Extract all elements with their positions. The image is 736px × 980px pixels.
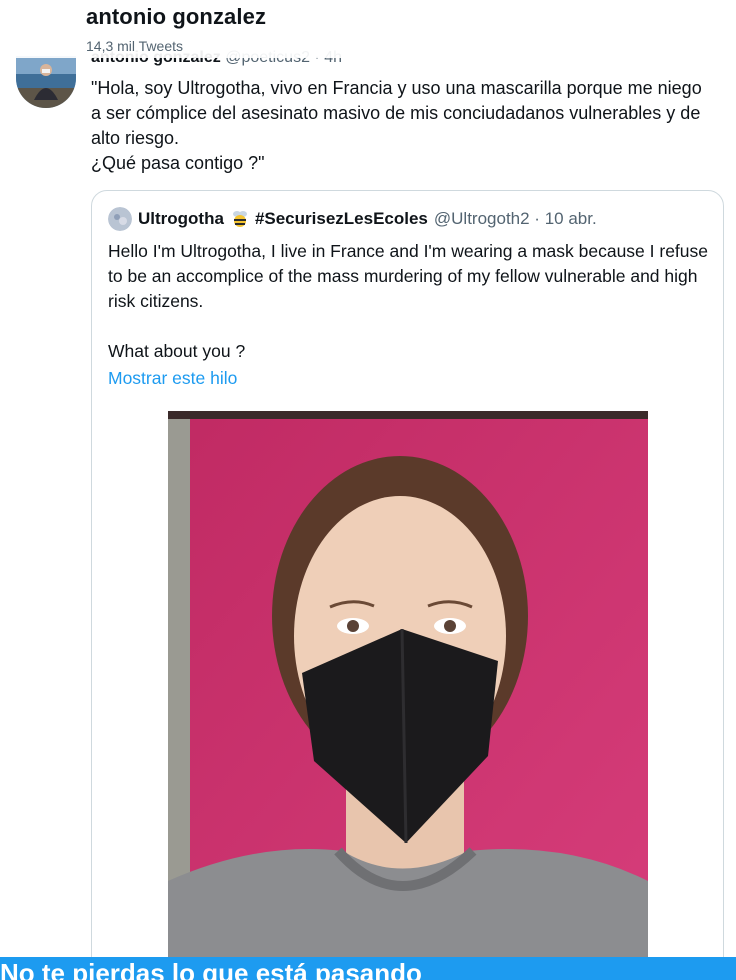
tweet-text: "Hola, soy Ultrogotha, vivo en Francia y… — [91, 78, 702, 173]
header-title: antonio gonzalez — [86, 4, 267, 29]
quote-author-line[interactable]: Ultrogotha #SecurisezLesEcoles @Ultrogot… — [108, 207, 597, 231]
avatar[interactable] — [16, 56, 76, 108]
bee-icon — [230, 209, 250, 229]
bottom-banner: No te pierdas lo que está pasando — [0, 957, 736, 980]
profile-photo-icon — [16, 56, 76, 108]
quote-text: Hello I'm Ultrogotha, I live in France a… — [108, 241, 709, 361]
bottom-banner-text: No te pierdas lo que está pasando — [0, 958, 422, 980]
quote-avatar-icon — [108, 207, 132, 231]
quote-hashtag[interactable]: #SecurisezLesEcoles — [255, 209, 428, 229]
quote-avatar[interactable] — [108, 207, 132, 231]
quoted-tweet[interactable]: Ultrogotha #SecurisezLesEcoles @Ultrogot… — [91, 190, 724, 980]
tweet-count: 14,3 mil Tweets — [86, 38, 184, 54]
show-thread-link[interactable]: Mostrar este hilo — [108, 368, 237, 389]
quote-handle-date[interactable]: @Ultrogoth2 · 10 abr. — [434, 209, 597, 229]
quote-author-name[interactable]: Ultrogotha — [138, 209, 224, 229]
profile-header: antonio gonzalez 14,3 mil Tweets — [0, 0, 736, 58]
quote-media-image[interactable] — [168, 411, 648, 971]
selfie-photo — [168, 411, 648, 971]
